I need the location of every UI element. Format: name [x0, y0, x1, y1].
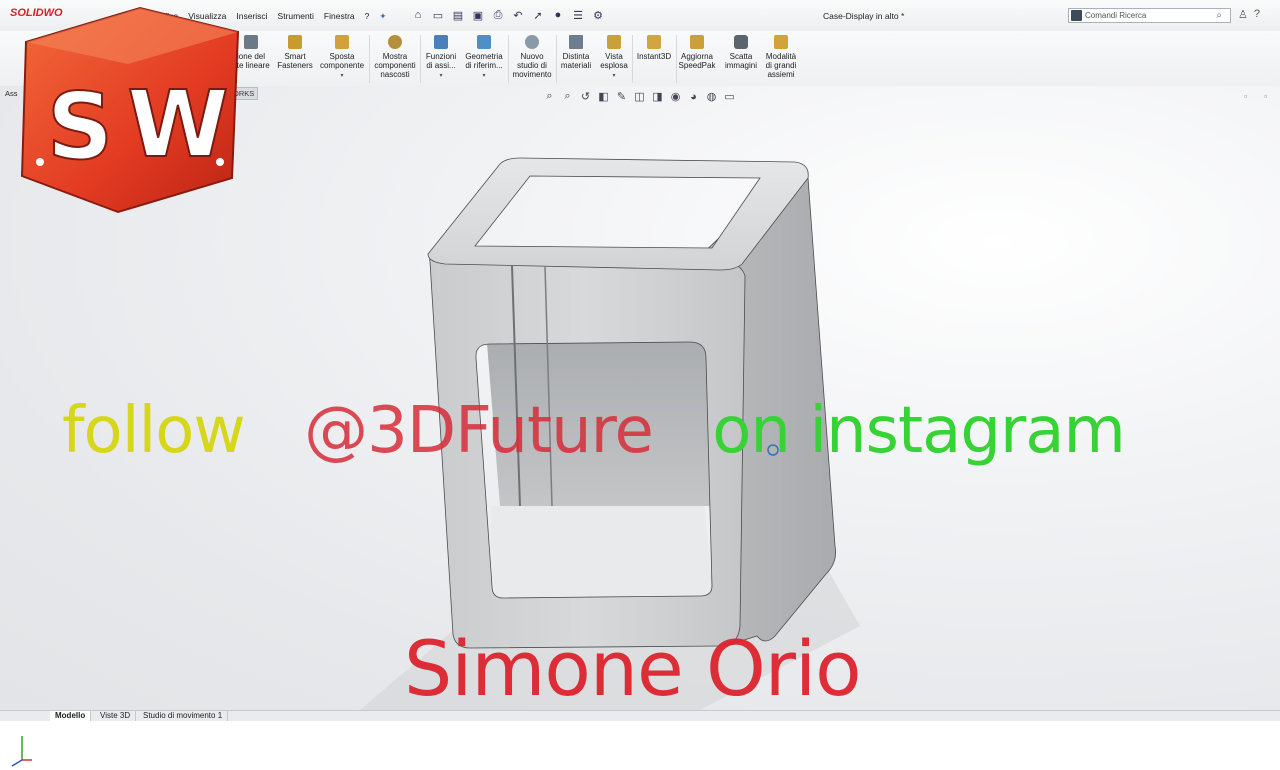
chevron-down-icon[interactable]: ▾: [598, 72, 630, 81]
assembly-features-button[interactable]: Funzioni di assi... ▾: [423, 35, 459, 81]
search-icon[interactable]: ⌕: [1216, 9, 1222, 22]
search-placeholder: Comandi Ricerca: [1085, 11, 1147, 20]
pattern-icon: [244, 35, 258, 49]
chevron-down-icon[interactable]: ▾: [318, 72, 366, 81]
menu-help[interactable]: ?: [360, 11, 375, 22]
reference-geometry-button[interactable]: Geometria di riferim... ▾: [462, 35, 506, 81]
help-icon[interactable]: ?: [1254, 8, 1260, 21]
move-component-icon: [335, 35, 349, 49]
instant3d-icon: [647, 35, 661, 49]
speedpak-icon: [690, 35, 704, 49]
save-icon[interactable]: ▣: [470, 7, 486, 23]
smart-fasteners-icon: [288, 35, 302, 49]
camera-icon: [734, 35, 748, 49]
bill-of-materials-label: Distinta materiali: [560, 52, 592, 70]
search-scope-icon[interactable]: [1071, 10, 1082, 21]
options-gear-icon[interactable]: ⚙: [590, 7, 606, 23]
undo-icon[interactable]: ↶: [510, 7, 526, 23]
separator: [632, 35, 633, 83]
show-hidden-components-button[interactable]: Mostra componenti nascosti: [373, 35, 417, 79]
top-right-controls: ♙ ?: [1238, 8, 1260, 21]
assembly-features-icon: [434, 35, 448, 49]
chevron-down-icon[interactable]: ▾: [462, 72, 506, 81]
home-icon[interactable]: ⌂: [410, 7, 426, 23]
exploded-view-button[interactable]: Vista esplosa ▾: [598, 35, 630, 81]
user-icon[interactable]: ♙: [1238, 8, 1248, 21]
smart-fasteners-label: Smart Fasteners: [277, 52, 313, 70]
show-hidden-label: Mostra componenti nascosti: [374, 52, 416, 79]
update-speedpak-label: Aggiorna SpeedPak: [678, 52, 716, 70]
separator: [369, 35, 370, 83]
watermark-platform: on instagram: [712, 394, 1126, 468]
move-component-button[interactable]: Sposta componente ▾: [318, 35, 366, 81]
separator: [420, 35, 421, 83]
author-watermark: Simone Orio: [404, 624, 862, 713]
document-title: Case-Display in alto *: [823, 11, 905, 21]
pin-icon[interactable]: ✦: [374, 11, 391, 22]
instagram-watermark: follow @3DFuture on instagram: [62, 394, 1126, 468]
new-motion-study-button[interactable]: Nuovo studio di movimento: [511, 35, 553, 79]
large-assembly-label: Modalità di grandi assiemi: [765, 52, 797, 79]
move-component-label: Sposta componente: [319, 52, 365, 70]
bom-table-icon: [569, 35, 583, 49]
instant3d-button[interactable]: Instant3D: [635, 35, 673, 61]
menu-strumenti[interactable]: Strumenti: [273, 11, 319, 22]
command-search-input[interactable]: Comandi Ricerca ⌕: [1068, 8, 1231, 23]
instant3d-label: Instant3D: [636, 52, 672, 61]
chevron-down-icon[interactable]: ▾: [423, 72, 459, 81]
new-motion-study-label: Nuovo studio di movimento: [512, 52, 552, 79]
traffic-light-icon[interactable]: ●: [550, 7, 566, 23]
smart-fasteners-button[interactable]: Smart Fasteners: [277, 35, 313, 70]
watermark-follow: follow: [62, 394, 246, 468]
quick-access-toolbar: ⌂ ▭ ▤ ▣ ⎙ ↶ ➚ ● ☰ ⚙: [410, 7, 606, 23]
separator: [676, 35, 677, 83]
print-icon[interactable]: ⎙: [490, 7, 506, 23]
separator: [556, 35, 557, 83]
bottom-tab-bar: Modello Viste 3D Studio di movimento 1: [0, 710, 1280, 721]
tab-assembly[interactable]: Ass: [5, 89, 18, 98]
solidworks-logo: S W: [20, 6, 240, 214]
axis-triad: [11, 736, 32, 767]
take-snapshot-label: Scatta immagini: [724, 52, 757, 70]
take-snapshot-button[interactable]: Scatta immagini: [722, 35, 760, 70]
reference-geometry-icon: [477, 35, 491, 49]
logo-letters: S: [47, 73, 113, 180]
assembly-features-label: Funzioni di assi...: [425, 52, 457, 70]
svg-text:W: W: [127, 71, 228, 178]
reference-geometry-label: Geometria di riferim...: [465, 52, 503, 70]
update-speedpak-button[interactable]: Aggiorna SpeedPak: [678, 35, 716, 70]
exploded-view-icon: [607, 35, 621, 49]
inner-floor: [490, 506, 712, 596]
menu-finestra[interactable]: Finestra: [319, 11, 360, 22]
open-folder-icon[interactable]: ▤: [450, 7, 466, 23]
bill-of-materials-button[interactable]: Distinta materiali: [558, 35, 594, 70]
exploded-view-label: Vista esplosa: [600, 52, 628, 70]
select-pointer-icon[interactable]: ➚: [530, 7, 546, 23]
large-assembly-mode-button[interactable]: Modalità di grandi assiemi: [762, 35, 800, 79]
motion-study-icon: [525, 35, 539, 49]
file-properties-icon[interactable]: ☰: [570, 7, 586, 23]
show-hidden-icon: [388, 35, 402, 49]
large-assembly-icon: [774, 35, 788, 49]
separator: [508, 35, 509, 83]
watermark-handle: @3DFuture: [304, 394, 654, 468]
new-document-icon[interactable]: ▭: [430, 7, 446, 23]
